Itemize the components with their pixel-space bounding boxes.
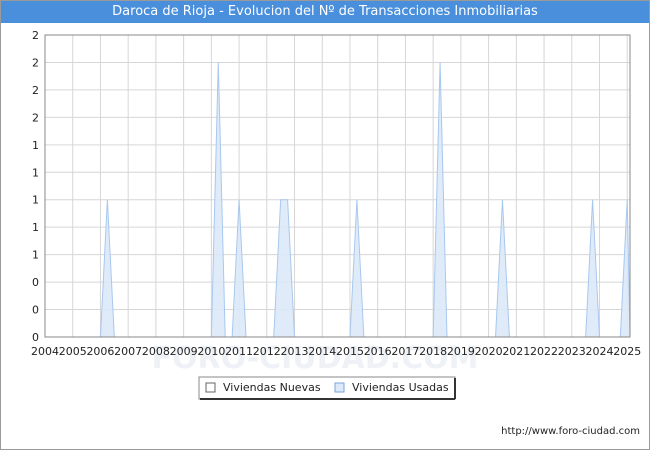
x-tick-label: 2008 [142,345,170,358]
x-tick-label: 2006 [86,345,114,358]
x-tick-label: 2018 [419,345,447,358]
plot-border [44,34,631,338]
x-tick-label: 2013 [281,345,309,358]
y-tick-label: 0 [32,304,39,317]
x-tick-label: 2022 [530,345,558,358]
x-axis: 2004 2005 2006 2007 2008 2009 2010 2011 2012 2013… [31,345,641,358]
x-tick-label: 2019 [447,345,475,358]
legend: Viviendas Nuevas Viviendas Usadas [198,376,456,400]
x-tick-label: 2004 [31,345,59,358]
x-tick-label: 2020 [475,345,503,358]
footer-url: http://www.foro-ciudad.com [501,426,640,437]
legend-swatch-viviendas-nuevas [205,382,216,393]
x-tick-label: 2025 [613,345,641,358]
x-tick-label: 2023 [558,345,586,358]
legend-label-viviendas-usadas: Viviendas Usadas [352,381,449,394]
x-tick-label: 2024 [586,345,614,358]
y-tick-label: 2 [32,29,39,42]
legend-label-viviendas-nuevas: Viviendas Nuevas [223,381,321,394]
y-tick-label: 2 [32,111,39,124]
y-tick-label: 1 [32,221,39,234]
y-tick-label: 1 [32,194,39,207]
grid-layer [44,34,630,338]
y-tick-label: 1 [32,166,39,179]
y-axis: 0 0 0 1 1 1 1 1 2 2 2 2 [32,29,39,344]
x-tick-label: 2012 [253,345,281,358]
x-tick-label: 2016 [364,345,392,358]
legend-swatch-viviendas-usadas [334,382,345,393]
x-tick-label: 2010 [197,345,225,358]
y-tick-label: 0 [32,276,39,289]
y-tick-label: 1 [32,249,39,262]
x-tick-label: 2005 [59,345,87,358]
x-tick-label: 2007 [114,345,142,358]
chart-svg: FORO-CIUDAD.COM 000111112222 2004 2005 200… [31,29,641,400]
y-tick-label: 0 [32,331,39,344]
y-tick-label: 2 [32,56,39,69]
x-tick-label: 2021 [502,345,530,358]
x-tick-label: 2011 [225,345,253,358]
y-tick-label: 1 [32,139,39,152]
x-tick-label: 2017 [391,345,419,358]
x-tick-label: 2014 [308,345,336,358]
x-tick-label: 2015 [336,345,364,358]
y-tick-label: 2 [32,84,39,97]
x-tick-label: 2009 [170,345,198,358]
